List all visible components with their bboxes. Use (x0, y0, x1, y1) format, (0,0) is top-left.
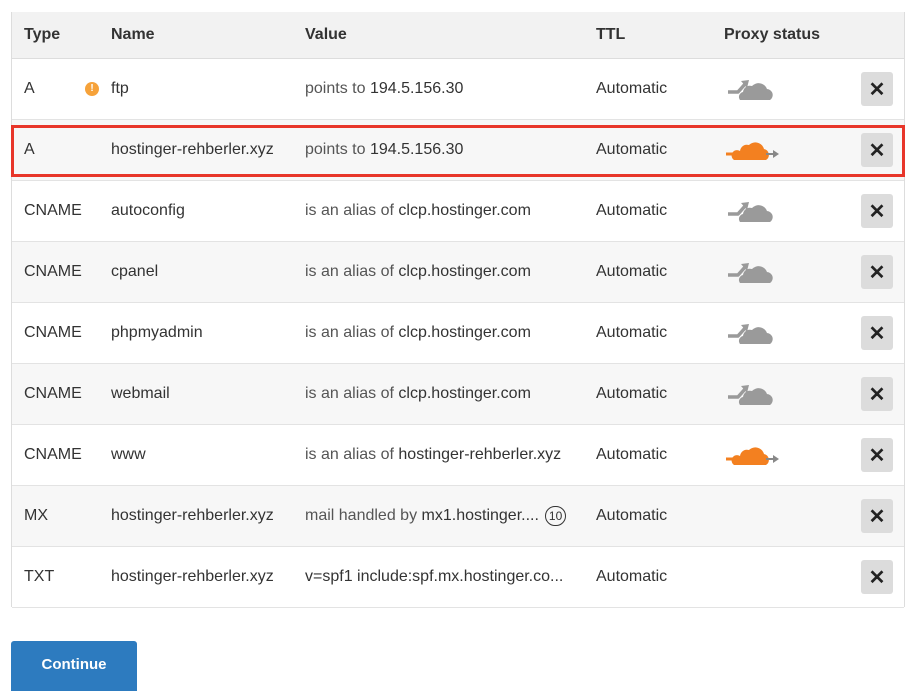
table-row[interactable]: TXT hostinger-rehberler.xyz v=spf1 include… (12, 547, 904, 608)
table-header: Type Name Value TTL Proxy status (12, 12, 904, 59)
table-row[interactable]: Ahostinger-rehberler.xyz points to 194.5.… (12, 120, 904, 181)
proxied-cloud-icon (726, 142, 779, 160)
delete-record-button[interactable]: ✕ (861, 560, 893, 594)
record-type: CNAME (24, 385, 82, 402)
record-ttl: Automatic (596, 324, 668, 341)
proxy-status-toggle[interactable] (726, 258, 774, 286)
record-value: is an alias of hostinger-rehberler.xyz (305, 425, 561, 485)
record-value-prefix: points to (305, 80, 366, 97)
table-row[interactable]: CNAME autoconfig is an alias of clcp.hosti… (12, 181, 904, 242)
delete-record-button[interactable]: ✕ (861, 255, 893, 289)
proxy-status-toggle[interactable] (726, 380, 774, 408)
record-value: is an alias of clcp.hostinger.com (305, 181, 531, 241)
table-row[interactable]: A! ftp points to 194.5.156.30 Automatic ✕ (12, 59, 904, 120)
record-value-content: 194.5.156.30 (369, 80, 464, 97)
column-header-type: Type (24, 26, 61, 43)
column-header-proxy-status: Proxy status (724, 26, 821, 43)
record-name: hostinger-rehberler.xyz (111, 568, 274, 585)
record-name: hostinger-rehberler.xyz (111, 507, 274, 524)
record-name: ftp (111, 80, 129, 97)
table-row[interactable]: CNAME www is an alias of hostinger-rehberl… (12, 425, 904, 486)
record-value-content: hostinger-rehberler.xyz (398, 446, 562, 463)
record-value-prefix: is an alias of (305, 324, 394, 341)
column-header-ttl: TTL (596, 26, 626, 43)
delete-record-button[interactable]: ✕ (861, 194, 893, 228)
record-ttl: Automatic (596, 202, 668, 219)
record-value-prefix: mail handled by (305, 507, 418, 524)
proxy-status-toggle[interactable] (726, 75, 774, 103)
record-value: points to 194.5.156.30 (305, 59, 463, 119)
dns-records-table: Type Name Value TTL Proxy status A! ftp po… (11, 12, 905, 608)
record-type: TXT (24, 568, 55, 585)
record-type: MX (24, 507, 48, 524)
record-value-content: 194.5.156.30 (369, 141, 464, 158)
dns-only-cloud-icon (728, 80, 773, 100)
mx-priority-badge: 10 (544, 505, 567, 526)
record-value-prefix: is an alias of (305, 385, 394, 402)
record-value: mail handled by mx1.hostinger.... 10 (305, 486, 567, 546)
record-value: v=spf1 include:spf.mx.hostinger.co... (305, 547, 563, 607)
record-type: CNAME (24, 446, 82, 463)
info-warning-icon[interactable]: ! (85, 82, 99, 96)
delete-record-button[interactable]: ✕ (861, 499, 893, 533)
proxy-status-toggle[interactable] (726, 319, 774, 347)
record-value: is an alias of clcp.hostinger.com (305, 364, 531, 424)
record-name: www (111, 446, 146, 463)
record-value-content: clcp.hostinger.com (398, 202, 531, 219)
record-value-content: clcp.hostinger.com (398, 385, 531, 402)
delete-record-button[interactable]: ✕ (861, 133, 893, 167)
proxy-status-toggle[interactable] (726, 136, 782, 164)
record-name: webmail (111, 385, 170, 402)
continue-button[interactable]: Continue (11, 641, 137, 691)
record-value: is an alias of clcp.hostinger.com (305, 242, 531, 302)
record-ttl: Automatic (596, 385, 668, 402)
record-type: CNAME (24, 202, 82, 219)
table-row[interactable]: CNAME phpmyadmin is an alias of clcp.hosti… (12, 303, 904, 364)
proxied-cloud-icon (726, 447, 779, 465)
record-name: autoconfig (111, 202, 185, 219)
record-value-prefix: is an alias of (305, 202, 394, 219)
column-header-name: Name (111, 26, 155, 43)
record-ttl: Automatic (596, 507, 668, 524)
dns-only-cloud-icon (728, 324, 773, 344)
record-value-prefix: is an alias of (305, 263, 394, 280)
delete-record-button[interactable]: ✕ (861, 438, 893, 472)
record-type: CNAME (24, 263, 82, 280)
record-ttl: Automatic (596, 263, 668, 280)
table-row[interactable]: MX hostinger-rehberler.xyz mail handled by… (12, 486, 904, 547)
table-row[interactable]: CNAME webmail is an alias of clcp.hostinge… (12, 364, 904, 425)
record-value: points to 194.5.156.30 (305, 120, 463, 180)
record-value-prefix: points to (305, 141, 366, 158)
record-type: A (24, 141, 35, 158)
record-ttl: Automatic (596, 141, 668, 158)
table-row[interactable]: CNAME cpanel is an alias of clcp.hostinger… (12, 242, 904, 303)
record-name: phpmyadmin (111, 324, 203, 341)
record-name: hostinger-rehberler.xyz (111, 141, 274, 158)
column-header-value: Value (305, 26, 347, 43)
record-value: is an alias of clcp.hostinger.com (305, 303, 531, 363)
record-type: A (24, 80, 35, 97)
record-name: cpanel (111, 263, 159, 280)
dns-only-cloud-icon (728, 202, 773, 222)
record-value-prefix: is an alias of (305, 446, 394, 463)
record-value-content: clcp.hostinger.com (398, 324, 531, 341)
record-value-content: v=spf1 include:spf.mx.hostinger.co... (305, 568, 564, 585)
proxy-status-toggle[interactable] (726, 197, 774, 225)
record-value-content: clcp.hostinger.com (398, 263, 531, 280)
record-ttl: Automatic (596, 568, 668, 585)
record-ttl: Automatic (596, 80, 668, 97)
dns-only-cloud-icon (728, 385, 773, 405)
record-value-content: mx1.hostinger.... (421, 507, 539, 524)
dns-only-cloud-icon (728, 263, 773, 283)
delete-record-button[interactable]: ✕ (861, 316, 893, 350)
record-type: CNAME (24, 324, 82, 341)
delete-record-button[interactable]: ✕ (861, 377, 893, 411)
proxy-status-toggle[interactable] (726, 441, 782, 469)
delete-record-button[interactable]: ✕ (861, 72, 893, 106)
record-ttl: Automatic (596, 446, 668, 463)
